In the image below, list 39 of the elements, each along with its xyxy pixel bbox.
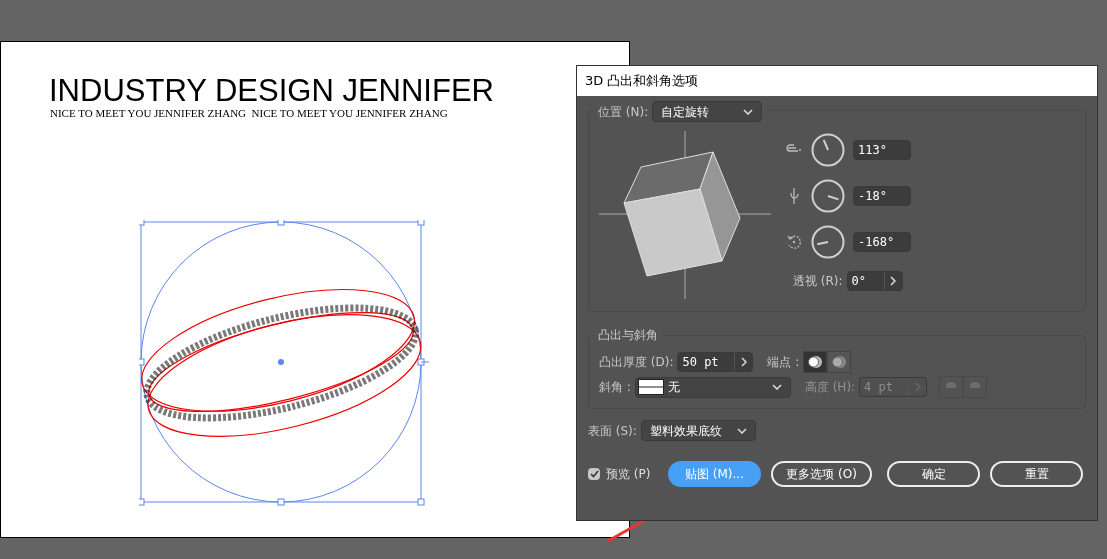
rotation-dial[interactable] bbox=[811, 133, 845, 167]
section-title: 凸出与斜角 bbox=[594, 326, 662, 344]
dialog-title: 3D 凸出和斜角选项 bbox=[577, 66, 1097, 96]
position-label: 位置 (N): bbox=[598, 103, 649, 121]
perspective-field[interactable]: 0° bbox=[846, 271, 903, 291]
chevron-down-icon bbox=[771, 384, 782, 390]
dialog-button[interactable]: 重置 bbox=[990, 461, 1083, 487]
bevel-label: 斜角 : bbox=[599, 379, 631, 396]
subheading: NICE TO MEET YOU JENNIFER ZHANG NICE TO MEET YOU JENNIFER ZHANG bbox=[50, 108, 448, 119]
cap-toggle[interactable] bbox=[803, 351, 828, 373]
rotation-dial[interactable] bbox=[811, 225, 845, 259]
chevron-down-icon bbox=[736, 427, 747, 434]
cap-toggle[interactable] bbox=[827, 351, 852, 373]
angle-field[interactable]: -18° bbox=[853, 186, 911, 206]
depth-field[interactable]: 50 pt bbox=[677, 352, 754, 372]
chevron-down-icon bbox=[743, 108, 754, 115]
preview-checkbox[interactable] bbox=[588, 468, 600, 480]
position-select[interactable]: 自定旋转 bbox=[652, 101, 763, 122]
cube-preview-drawing[interactable] bbox=[599, 131, 771, 299]
cap-off-icon bbox=[831, 355, 848, 369]
depth-label: 凸出厚度 (D): bbox=[599, 354, 674, 371]
bevel-select[interactable]: 无 bbox=[634, 376, 791, 398]
dialog-button[interactable]: 确定 bbox=[887, 461, 980, 487]
angle-field[interactable]: -168° bbox=[853, 232, 911, 252]
cap-label: 端点 : bbox=[767, 354, 800, 371]
surface-label: 表面 (S): bbox=[588, 422, 637, 440]
dialog-button[interactable]: 更多选项 (O) bbox=[771, 461, 872, 487]
bevel-swatch-icon bbox=[637, 379, 664, 395]
perspective-label: 透视 (R): bbox=[793, 273, 843, 290]
angle-field[interactable]: 113° bbox=[853, 140, 911, 160]
chevron-right-icon bbox=[890, 276, 897, 286]
cap-on-icon bbox=[807, 355, 824, 369]
surface-select[interactable]: 塑料效果底纹 bbox=[640, 420, 756, 441]
rotation-dial[interactable] bbox=[811, 179, 845, 213]
check-icon bbox=[589, 470, 599, 478]
chevron-right-icon bbox=[740, 357, 747, 367]
heading: INDUSTRY DESIGN JENNIFER bbox=[49, 75, 494, 106]
preview-label: 预览 (P) bbox=[606, 466, 651, 483]
height-label: 高度 (H): bbox=[804, 379, 856, 396]
